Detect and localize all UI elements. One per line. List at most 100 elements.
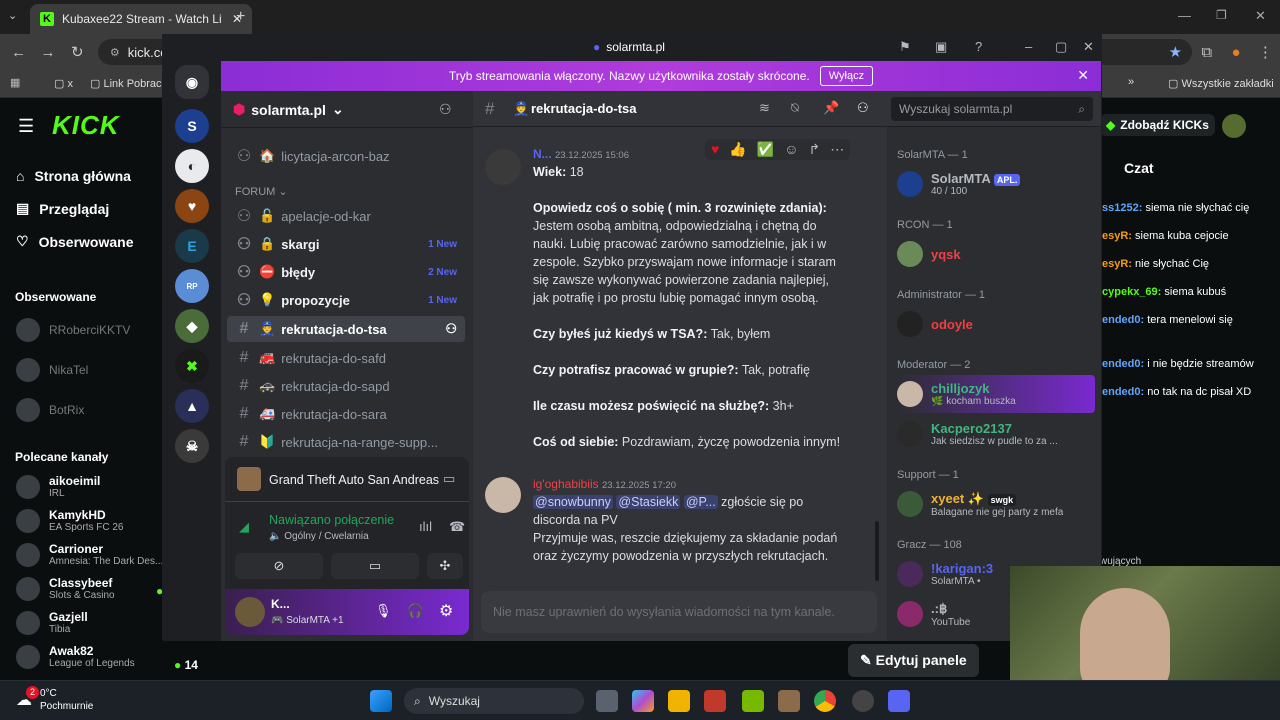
camera-off-button[interactable]: ⊘ [235, 553, 323, 579]
more-icon[interactable]: ⋯ [830, 141, 844, 158]
channel-apelacje[interactable]: ⚇ 🔓 apelacje-od-kar [227, 203, 465, 229]
extensions-icon[interactable]: ⧉ [1192, 44, 1221, 61]
server-icon[interactable]: ▲ [175, 389, 209, 423]
profile-avatar[interactable] [1222, 114, 1246, 138]
minimize-icon[interactable]: — [1178, 8, 1191, 23]
file-explorer-icon[interactable] [668, 690, 690, 712]
search-input[interactable]: Wyszukaj solarmta.pl ⌕ [891, 97, 1093, 121]
channel-licytacja[interactable]: ⚇ 🏠 licytacja-arcon-baz [227, 143, 465, 169]
server-icon[interactable]: ◆ [175, 309, 209, 343]
recommended-channel[interactable]: Awak82 League of Legends [16, 644, 166, 669]
user-name[interactable]: K... [271, 597, 290, 611]
add-member-icon[interactable]: ⚇ [445, 321, 457, 337]
channel-rekrutacja-do-sara[interactable]: # 🚑 rekrutacja-do-sara [227, 401, 465, 427]
heart-reaction-icon[interactable]: ♥ [711, 141, 719, 158]
invite-icon[interactable]: ⚇ [439, 101, 452, 118]
recommended-channel[interactable]: aikoeimil IRL [16, 474, 166, 499]
disconnect-icon[interactable]: ☎ [449, 519, 465, 535]
menu-icon[interactable]: ⋮ [1251, 43, 1280, 61]
task-view-icon[interactable] [596, 690, 618, 712]
discord-icon[interactable] [888, 690, 910, 712]
noise-suppression-icon[interactable]: ılıl [419, 519, 432, 534]
all-bookmarks[interactable]: ▢ Wszystkie zakładki [1168, 77, 1274, 90]
copilot-icon[interactable] [632, 690, 654, 712]
nav-following[interactable]: ♡ Obserwowane [16, 233, 133, 250]
bookmark-star-icon[interactable]: ★ [1169, 43, 1182, 61]
maximize-icon[interactable]: ❐ [1216, 8, 1227, 22]
more-bookmarks-icon[interactable]: » [1128, 76, 1134, 88]
member-item[interactable]: SolarMTA APL. 40 / 100 [895, 165, 1095, 203]
disable-streamer-mode-button[interactable]: Wyłącz [819, 66, 874, 86]
channel-rekrutacja-do-tsa[interactable]: # 👮 rekrutacja-do-tsa ⚇ [227, 316, 465, 342]
message-author[interactable]: ig'oghabibiis [533, 477, 599, 491]
share-screen-button[interactable]: ▭ [331, 553, 419, 579]
bookmark-item[interactable]: ▢ Link Pobrac [90, 77, 162, 90]
voice-status[interactable]: Nawiązano połączenie [269, 513, 394, 527]
get-kicks-button[interactable]: ◆ Zdobądź KICKs [1100, 114, 1215, 136]
channel-rekrutacja-na-range[interactable]: # 🔰 rekrutacja-na-range-supp... [227, 429, 465, 455]
member-item[interactable]: chilljozyk 🌿 kocham buszka [895, 375, 1095, 413]
server-icon[interactable]: ♥ [175, 189, 209, 223]
close-icon[interactable]: ✕ [1083, 39, 1094, 55]
flag-icon[interactable]: ⚑ [899, 39, 911, 55]
close-banner-icon[interactable]: ✕ [1077, 67, 1089, 84]
user-avatar[interactable] [235, 597, 265, 627]
kick-logo[interactable]: KICK [52, 110, 120, 141]
chrome-icon[interactable] [814, 690, 836, 712]
microphone-icon[interactable]: 🎙 [375, 603, 392, 619]
profile-avatar[interactable]: ● [1221, 44, 1250, 61]
server-icon[interactable]: ☠ [175, 429, 209, 463]
member-item[interactable]: yqsk [895, 235, 1095, 273]
server-icon[interactable]: S [175, 109, 209, 143]
edit-panels-button[interactable]: ✎ Edytuj panele [848, 644, 979, 677]
member-item[interactable]: xyeet ✨ swgk Balagane nie gej party z mef… [895, 485, 1095, 523]
user-mention[interactable]: @snowbunny [533, 495, 613, 509]
minimize-icon[interactable]: – [1025, 39, 1032, 54]
app-icon[interactable] [704, 690, 726, 712]
server-icon[interactable]: ✖ [175, 349, 209, 383]
member-item[interactable]: Kacpero2137 Jak siedzisz w pudle to za ..… [895, 415, 1095, 453]
category-forum[interactable]: FORUM ⌄ [235, 185, 288, 198]
server-name[interactable]: ⬢ solarmta.pl ⌄ [233, 101, 344, 118]
channel-skargi[interactable]: ⚇ 🔒 skargi 1 New [227, 231, 465, 257]
weather-widget[interactable]: ☁ 2 0°C Pochmurnie [16, 686, 93, 713]
settings-icon[interactable]: ⚙ [439, 601, 453, 621]
channel-bledy[interactable]: ⚇ ⛔ błędy 2 New [227, 259, 465, 285]
pin-icon[interactable]: 📌 [823, 100, 839, 116]
voice-channel[interactable]: 🔈 Ogólny / Cwelarnia [269, 531, 369, 542]
recommended-channel[interactable]: Carrioner Amnesia: The Dark Des... [16, 542, 166, 567]
taskbar-search[interactable]: ⌕ Wyszukaj [404, 688, 584, 714]
member-item[interactable]: odoyle [895, 305, 1095, 343]
start-icon[interactable] [370, 690, 392, 712]
followed-channel[interactable]: RRoberciKKTV [16, 318, 130, 342]
user-mention[interactable]: @P... [683, 495, 718, 509]
game-icon[interactable] [778, 690, 800, 712]
site-info-icon[interactable]: ⚙ [110, 46, 120, 59]
apps-icon[interactable]: ▦ [10, 76, 20, 89]
server-icon[interactable]: RP [175, 269, 209, 303]
obs-icon[interactable] [852, 690, 874, 712]
tab-search-icon[interactable]: ⌄ [8, 9, 24, 25]
user-mention[interactable]: @Stasiekk [616, 495, 681, 509]
reply-icon[interactable]: ↱ [808, 141, 820, 158]
nav-home[interactable]: ⌂ Strona główna [16, 168, 133, 184]
server-icon[interactable]: E [175, 229, 209, 263]
headphones-icon[interactable]: 🎧 [407, 603, 423, 619]
bookmark-item[interactable]: ▢ x [54, 77, 73, 90]
recommended-channel[interactable]: KamykHD EA Sports FC 26 [16, 508, 166, 533]
maximize-icon[interactable]: ▢ [1055, 39, 1067, 55]
nvidia-icon[interactable] [742, 690, 764, 712]
discord-home-icon[interactable]: ◉ [175, 65, 209, 99]
activities-button[interactable]: ✣ [427, 553, 463, 579]
channel-propozycje[interactable]: ⚇ 💡 propozycje 1 New [227, 287, 465, 313]
message-avatar[interactable] [485, 477, 521, 513]
threads-icon[interactable]: ≋ [759, 100, 770, 116]
close-window-icon[interactable]: ✕ [1255, 8, 1266, 24]
help-icon[interactable]: ? [975, 39, 982, 54]
channel-rekrutacja-do-safd[interactable]: # 🚒 rekrutacja-do-safd [227, 345, 465, 371]
check-reaction-icon[interactable]: ✅ [757, 141, 774, 158]
message-input[interactable]: Nie masz uprawnień do wysyłania wiadomoś… [481, 591, 877, 633]
add-reaction-icon[interactable]: ☺ [784, 141, 798, 158]
screen-share-icon[interactable]: ▭ [443, 471, 455, 487]
back-icon[interactable]: ← [4, 44, 33, 61]
